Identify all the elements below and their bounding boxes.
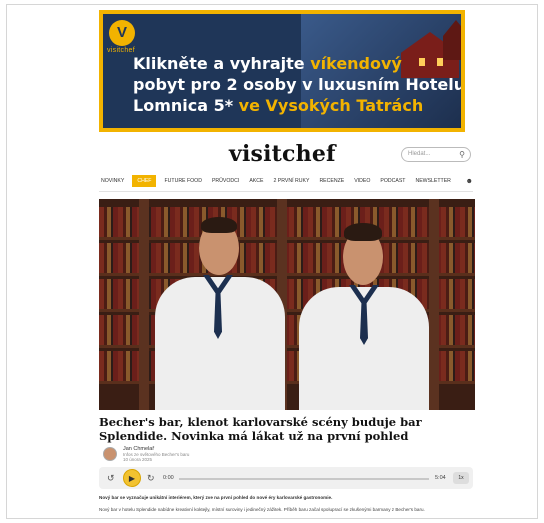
nav-item-prvni-ruky[interactable]: 2 PRVNÍ RUKY [271, 175, 311, 187]
rewind-icon[interactable]: ↺ [107, 473, 115, 484]
banner-logo-word: visitchef [107, 47, 135, 54]
banner-line3-highlight: ve Vysokých Tatrách [238, 96, 424, 115]
page-frame: V visitchef Klikněte a vyhrajte víkendov… [6, 4, 538, 519]
time-start: 0:00 [163, 475, 174, 481]
audio-player: ↺ ▶ ↻ 0:00 5:04 1x [99, 467, 473, 489]
search-input[interactable]: Hledat... ⚲ [401, 147, 471, 162]
nav-item-podcast[interactable]: PODCAST [378, 175, 407, 187]
nav-item-novinky[interactable]: NOVINKY [99, 175, 126, 187]
bookshelf-row [99, 243, 475, 273]
hero-photo [99, 199, 475, 410]
progress-track[interactable] [179, 478, 429, 480]
speed-button[interactable]: 1x [453, 472, 469, 484]
nav-item-newsletter[interactable]: NEWSLETTER [413, 175, 452, 187]
banner-line-2: pobyt pro 2 osoby v luxusním Hotelu [133, 75, 465, 94]
banner-line-3: Lomnica 5* ve Vysokých Tatrách [133, 96, 423, 115]
time-end: 5:04 [435, 475, 446, 481]
nav-item-recenze[interactable]: RECENZE [317, 175, 346, 187]
author-avatar [103, 447, 117, 461]
nav-divider [99, 191, 473, 192]
play-icon[interactable]: ▶ [123, 469, 141, 487]
nav-item-future-food[interactable]: FUTURE FOOD [162, 175, 203, 187]
site-logo[interactable]: visitchef [229, 141, 336, 167]
promo-banner[interactable]: V visitchef Klikněte a vyhrajte víkendov… [99, 10, 465, 132]
nav-item-pruvodci[interactable]: PRŮVODCI [210, 175, 241, 187]
banner-line-1: Klikněte a vyhrajte víkendový [133, 54, 402, 73]
window [419, 58, 425, 66]
search-placeholder: Hledat... [408, 151, 431, 157]
main-nav: NOVINKY CHEF FUTURE FOOD PRŮVODCI AKCE 2… [99, 173, 473, 189]
shelf-column [139, 199, 149, 410]
bookshelf-row [99, 207, 475, 237]
banner-line3-part1: Lomnica 5* [133, 96, 234, 115]
hair [201, 217, 237, 233]
nav-item-akce[interactable]: AKCE [247, 175, 265, 187]
nav-item-chef[interactable]: CHEF [132, 175, 157, 187]
shelf [99, 273, 475, 276]
article-body: Nový bar v hotelu Splendide nabídne krea… [99, 507, 425, 512]
window [437, 58, 443, 66]
visitchef-logo-icon: V [109, 20, 135, 46]
hair [344, 223, 382, 241]
article-headline: Becher's bar, klenot karlovarské scény b… [99, 415, 422, 443]
nav-item-video[interactable]: VIDEO [352, 175, 372, 187]
banner-line1-part1: Klikněte a vyhrajte [133, 54, 305, 73]
banner-line1-highlight: víkendový [310, 54, 402, 73]
forward-icon[interactable]: ↻ [147, 473, 155, 484]
shelf-column [429, 199, 439, 410]
article-intro: Nový bar se vyznačuje unikátní interiére… [99, 495, 333, 500]
shelf [99, 237, 475, 240]
article-date: 10 února 2025 [123, 457, 153, 462]
user-icon[interactable]: ☻ [466, 178, 473, 185]
search-icon[interactable]: ⚲ [459, 150, 465, 159]
